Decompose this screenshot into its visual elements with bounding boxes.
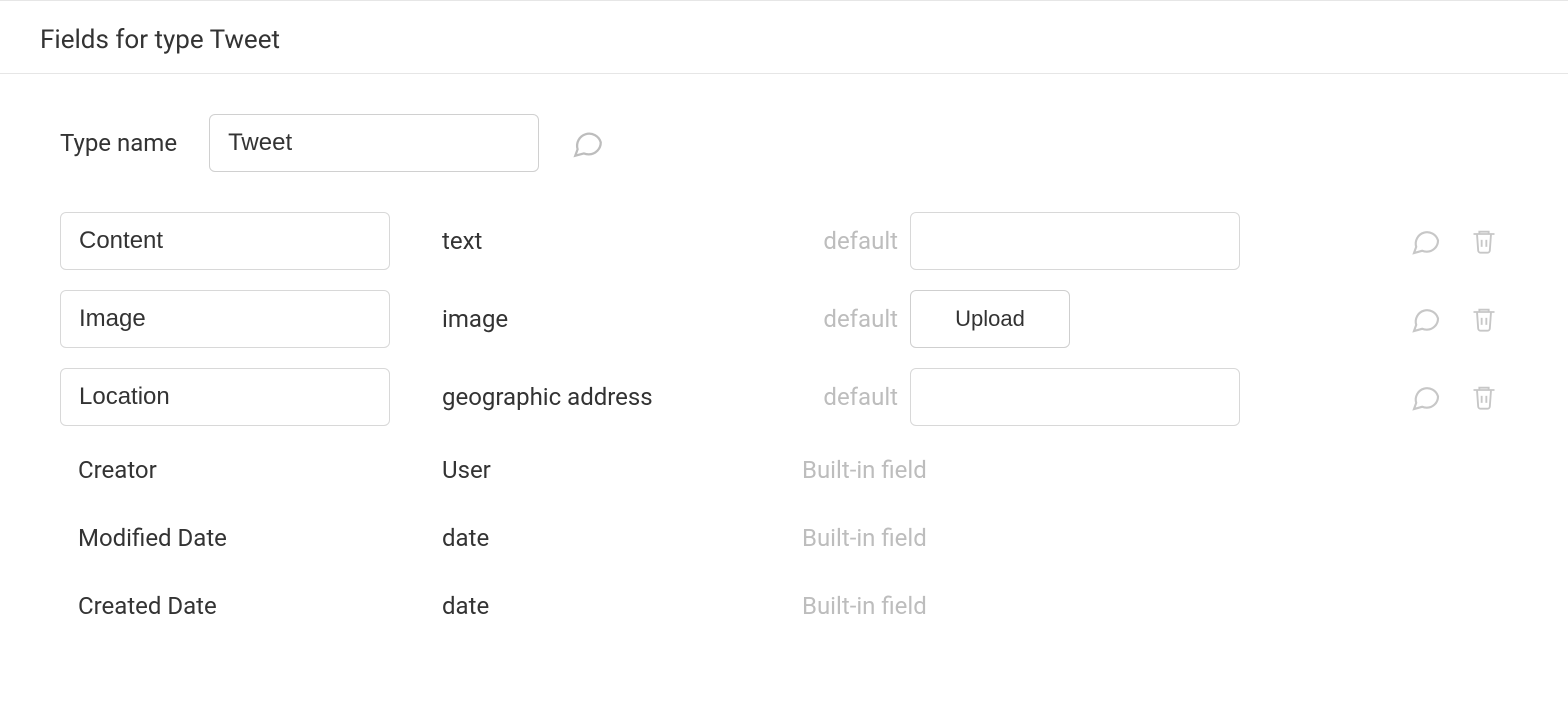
comment-icon[interactable] <box>1408 379 1468 415</box>
builtin-field-name: Created Date <box>60 592 390 620</box>
builtin-field-type: User <box>390 456 790 484</box>
default-value-cell <box>910 212 1250 270</box>
upload-button[interactable]: Upload <box>910 290 1070 348</box>
field-type-label: text <box>390 227 790 255</box>
type-name-label: Type name <box>60 129 177 157</box>
field-type-label: geographic address <box>390 383 790 411</box>
trash-icon[interactable] <box>1468 225 1508 257</box>
default-value-cell: Upload <box>910 290 1250 348</box>
default-label: default <box>790 383 910 411</box>
comment-icon[interactable] <box>1408 223 1468 259</box>
comment-icon[interactable] <box>571 126 605 160</box>
builtin-field-type: date <box>390 524 790 552</box>
trash-icon[interactable] <box>1468 303 1508 335</box>
field-row: text default <box>60 212 1508 270</box>
field-type-label: image <box>390 305 790 333</box>
builtin-field-label: Built-in field <box>790 456 1250 484</box>
panel-body: Type name text default <box>0 74 1568 670</box>
fields-list: text default ima <box>60 212 1508 630</box>
comment-icon[interactable] <box>1408 301 1468 337</box>
default-label: default <box>790 305 910 333</box>
builtin-field-label: Built-in field <box>790 524 1250 552</box>
fields-editor-panel: Fields for type Tweet Type name text def… <box>0 0 1568 670</box>
field-row: geographic address default <box>60 368 1508 426</box>
builtin-field-row: Creator User Built-in field <box>60 446 1508 494</box>
builtin-field-name: Modified Date <box>60 524 390 552</box>
type-name-input[interactable] <box>209 114 539 172</box>
default-label: default <box>790 227 910 255</box>
builtin-field-label: Built-in field <box>790 592 1250 620</box>
panel-title: Fields for type Tweet <box>0 1 1568 74</box>
field-name-input[interactable] <box>60 290 390 348</box>
builtin-field-row: Created Date date Built-in field <box>60 582 1508 630</box>
default-value-input[interactable] <box>910 368 1240 426</box>
field-name-input[interactable] <box>60 212 390 270</box>
builtin-field-name: Creator <box>60 456 390 484</box>
trash-icon[interactable] <box>1468 381 1508 413</box>
field-row: image default Upload <box>60 290 1508 348</box>
builtin-field-row: Modified Date date Built-in field <box>60 514 1508 562</box>
field-name-input[interactable] <box>60 368 390 426</box>
default-value-input[interactable] <box>910 212 1240 270</box>
builtin-field-type: date <box>390 592 790 620</box>
default-value-cell <box>910 368 1250 426</box>
type-name-row: Type name <box>60 114 1508 172</box>
